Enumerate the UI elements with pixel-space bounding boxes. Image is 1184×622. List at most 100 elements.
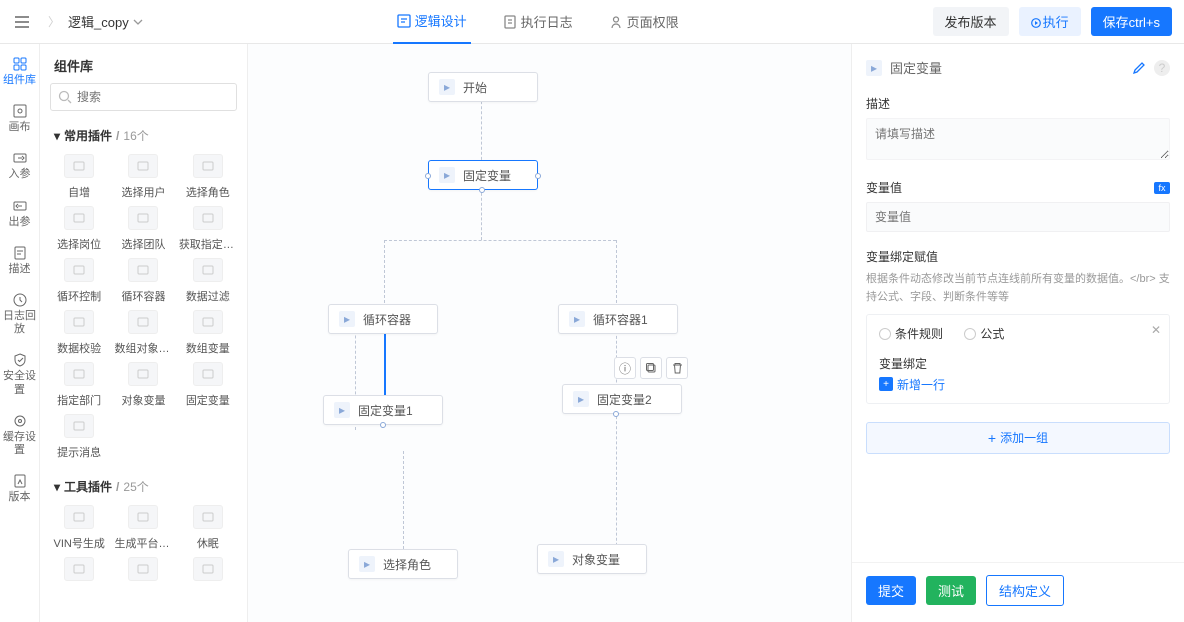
output-icon — [12, 198, 28, 214]
define-button[interactable]: 结构定义 — [986, 575, 1064, 606]
component-item[interactable]: 固定变量 — [177, 362, 239, 408]
component-item[interactable]: 循环容器 — [112, 258, 174, 304]
gear-icon — [12, 413, 28, 429]
component-item[interactable]: 选择角色 — [177, 154, 239, 200]
radio-condition[interactable]: 条件规则 — [879, 325, 943, 342]
component-item[interactable]: 数组对象变量 — [112, 310, 174, 356]
component-icon — [193, 362, 223, 386]
component-item[interactable]: 指定部门 — [48, 362, 110, 408]
node-fixed-var[interactable]: ▸ 固定变量 — [428, 160, 538, 190]
component-panel: 组件库 ▾ 常用插件 / 16个 自增选择用户选择角色选择岗位选择团队获取指定请… — [40, 44, 248, 622]
chevron-down-icon[interactable] — [133, 19, 143, 25]
node-fixed-var1[interactable]: ▸ 固定变量1 — [323, 395, 443, 425]
node-type-icon: ▸ — [866, 60, 882, 76]
radio-formula[interactable]: 公式 — [964, 325, 1004, 342]
component-item[interactable]: 提示消息 — [48, 414, 110, 460]
publish-button[interactable]: 发布版本 — [933, 7, 1009, 36]
group-header-common[interactable]: ▾ 常用插件 / 16个 — [40, 121, 247, 150]
component-item[interactable]: 自增 — [48, 154, 110, 200]
rail-security[interactable]: 安全设置 — [2, 352, 38, 396]
component-item[interactable] — [177, 557, 239, 587]
component-item[interactable]: 数据校验 — [48, 310, 110, 356]
component-icon — [128, 206, 158, 230]
desc-textarea[interactable] — [866, 118, 1170, 160]
add-line-button[interactable]: + 新增一行 — [879, 376, 945, 393]
component-icon — [64, 258, 94, 282]
breadcrumb-sep: 〉 — [48, 13, 60, 30]
component-icon — [128, 310, 158, 334]
rail-component-lib[interactable]: 组件库 — [2, 56, 38, 87]
rail-version[interactable]: 版本 — [2, 473, 38, 504]
fx-icon[interactable]: fx — [1154, 182, 1170, 194]
node-loop-container1[interactable]: ▸ 循环容器1 — [558, 304, 678, 334]
delete-button[interactable] — [666, 357, 688, 379]
component-item[interactable]: 选择用户 — [112, 154, 174, 200]
var-bind-header: 变量绑定 — [879, 355, 1157, 372]
save-button[interactable]: 保存ctrl+s — [1091, 7, 1172, 36]
panel-title: 组件库 — [40, 44, 247, 83]
copy-button[interactable] — [640, 357, 662, 379]
breadcrumb-item[interactable]: 逻辑_copy — [68, 12, 129, 31]
component-item[interactable]: 对象变量 — [112, 362, 174, 408]
component-item[interactable] — [112, 557, 174, 587]
component-label: 循环控制 — [57, 288, 101, 304]
node-loop-container[interactable]: ▸ 循环容器 — [328, 304, 438, 334]
rail-log[interactable]: 日志回放 — [2, 292, 38, 336]
node-fixed-var2[interactable]: ▸ 固定变量2 — [562, 384, 682, 414]
component-icon — [64, 505, 94, 529]
group-header-tool[interactable]: ▾ 工具插件 / 25个 — [40, 472, 247, 501]
component-icon — [128, 362, 158, 386]
puzzle-icon — [12, 56, 28, 72]
component-item[interactable]: 生成平台唯... — [112, 505, 174, 551]
component-item[interactable]: 选择团队 — [112, 206, 174, 252]
tab-exec-log[interactable]: 执行日志 — [499, 0, 577, 44]
node-start[interactable]: ▸ 开始 — [428, 72, 538, 102]
component-item[interactable]: 循环控制 — [48, 258, 110, 304]
node-select-role[interactable]: ▸ 选择角色 — [348, 549, 458, 579]
flow-canvas[interactable]: ▸ 开始 ▸ 固定变量 ▸ 循环容器 ▸ 循环容器1 ▸ 固定变量1 ▸ 固定变… — [248, 44, 852, 622]
component-item[interactable]: 数据过滤 — [177, 258, 239, 304]
help-icon[interactable]: ? — [1154, 60, 1170, 76]
rail-canvas[interactable]: 画布 — [2, 103, 38, 134]
component-item[interactable]: 选择岗位 — [48, 206, 110, 252]
component-label: 对象变量 — [121, 392, 165, 408]
panel-scroll[interactable]: ▾ 常用插件 / 16个 自增选择用户选择角色选择岗位选择团队获取指定请...循… — [40, 121, 247, 622]
component-item[interactable]: 休眠 — [177, 505, 239, 551]
add-group-button[interactable]: + 添加一组 — [866, 422, 1170, 454]
component-label: 休眠 — [197, 535, 219, 551]
edit-icon[interactable] — [1132, 61, 1146, 75]
rail-output[interactable]: 出参 — [2, 198, 38, 229]
component-icon — [128, 154, 158, 178]
component-item[interactable]: 数组变量 — [177, 310, 239, 356]
menu-icon[interactable] — [12, 12, 32, 32]
submit-button[interactable]: 提交 — [866, 576, 916, 605]
node-icon: ▸ — [439, 79, 455, 95]
search-input[interactable] — [50, 83, 237, 111]
node-object-var[interactable]: ▸ 对象变量 — [537, 544, 647, 574]
component-icon — [64, 206, 94, 230]
component-label: 数据过滤 — [186, 288, 230, 304]
binding-label: 变量绑定赋值 — [866, 248, 1170, 265]
close-icon[interactable]: ✕ — [1151, 323, 1161, 337]
component-label: 提示消息 — [57, 444, 101, 460]
top-tabs: 逻辑设计 执行日志 页面权限 — [143, 0, 933, 44]
info-button[interactable]: ⓘ — [614, 357, 636, 379]
component-item[interactable] — [48, 557, 110, 587]
rail-input[interactable]: 入参 — [2, 150, 38, 181]
side-rail: 组件库 画布 入参 出参 描述 日志回放 安全设置 缓存设置 — [0, 44, 40, 622]
rail-cache[interactable]: 缓存设置 — [2, 413, 38, 457]
run-button[interactable]: 执行 — [1019, 7, 1081, 36]
component-item[interactable]: 获取指定请... — [177, 206, 239, 252]
rail-desc[interactable]: 描述 — [2, 245, 38, 276]
node-icon: ▸ — [573, 391, 589, 407]
component-label: 选择角色 — [186, 184, 230, 200]
component-icon — [64, 154, 94, 178]
tab-logic-design[interactable]: 逻辑设计 — [393, 0, 471, 44]
component-item[interactable]: VIN号生成 — [48, 505, 110, 551]
test-button[interactable]: 测试 — [926, 576, 976, 605]
component-icon — [64, 362, 94, 386]
component-icon — [193, 206, 223, 230]
component-icon — [64, 310, 94, 334]
tab-page-perm[interactable]: 页面权限 — [605, 0, 683, 44]
value-input[interactable] — [866, 202, 1170, 232]
